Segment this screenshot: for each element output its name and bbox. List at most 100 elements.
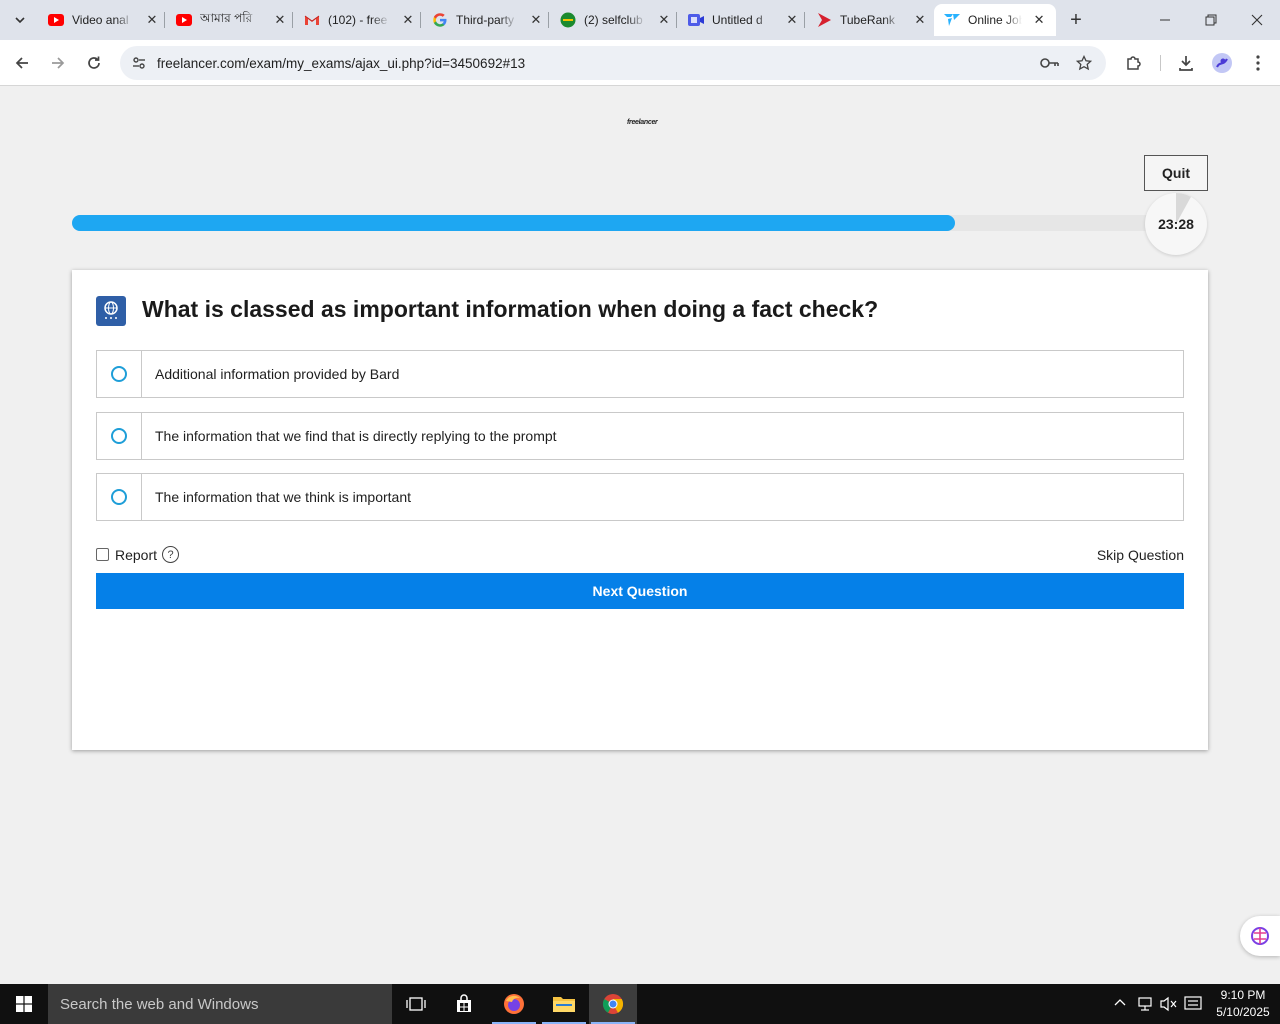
back-button[interactable] bbox=[8, 49, 36, 77]
reload-button[interactable] bbox=[80, 49, 108, 77]
close-icon[interactable]: ✕ bbox=[400, 12, 416, 28]
tab-1[interactable]: আমার পরি ✕ bbox=[166, 4, 298, 36]
help-icon[interactable]: ? bbox=[162, 546, 180, 563]
close-icon[interactable]: ✕ bbox=[656, 12, 672, 28]
volume-muted-icon[interactable] bbox=[1160, 996, 1178, 1015]
countdown-timer: 23:28 bbox=[1145, 193, 1207, 255]
url-text[interactable]: freelancer.com/exam/my_exams/ajax_ui.php… bbox=[157, 56, 525, 71]
task-view-icon bbox=[406, 997, 426, 1011]
close-window-button[interactable] bbox=[1234, 0, 1280, 40]
question-text: What is classed as important information… bbox=[142, 296, 879, 322]
extensions-button[interactable] bbox=[1120, 49, 1148, 77]
tab-7-active[interactable]: Online Job ✕ bbox=[934, 4, 1056, 36]
avatar bbox=[1212, 53, 1232, 73]
close-icon[interactable]: ✕ bbox=[1032, 12, 1046, 28]
radio-cell[interactable] bbox=[97, 413, 142, 459]
restore-button[interactable] bbox=[1188, 0, 1234, 40]
minimize-icon bbox=[1160, 19, 1170, 21]
video-doc-icon bbox=[688, 12, 704, 28]
windows-taskbar: Search the web and Windows 9:10 PM 5/10/… bbox=[0, 984, 1280, 1024]
google-icon bbox=[432, 12, 448, 28]
option-text[interactable]: The information that we find that is dir… bbox=[155, 428, 557, 444]
tab-3[interactable]: Third-party ✕ bbox=[422, 4, 554, 36]
close-icon[interactable]: ✕ bbox=[912, 12, 928, 28]
bookmark-star-icon[interactable] bbox=[1074, 54, 1094, 72]
task-view-button[interactable] bbox=[392, 984, 440, 1024]
taskbar-firefox[interactable] bbox=[490, 984, 538, 1024]
downloads-button[interactable] bbox=[1172, 49, 1200, 77]
password-key-icon[interactable] bbox=[1040, 54, 1060, 72]
close-icon[interactable]: ✕ bbox=[144, 12, 160, 28]
timer-text: 23:28 bbox=[1158, 216, 1194, 232]
report-label[interactable]: Report bbox=[115, 547, 157, 563]
taskbar-file-explorer[interactable] bbox=[540, 984, 588, 1024]
taskbar-search-box[interactable]: Search the web and Windows bbox=[48, 984, 392, 1024]
tab-4[interactable]: (2) selfclub ✕ bbox=[550, 4, 682, 36]
store-icon bbox=[457, 994, 471, 1012]
radio-button[interactable] bbox=[111, 428, 127, 444]
site-settings-icon[interactable] bbox=[130, 54, 148, 72]
floating-extension-button[interactable] bbox=[1240, 916, 1280, 956]
answer-option-2[interactable]: The information that we find that is dir… bbox=[96, 412, 1184, 460]
tab-strip: Video anal ✕ আমার পরি ✕ (102) - free ✕ T… bbox=[0, 0, 1280, 40]
more-vertical-icon bbox=[1256, 55, 1260, 71]
profile-button[interactable] bbox=[1208, 49, 1236, 77]
tab-2[interactable]: (102) - free ✕ bbox=[294, 4, 426, 36]
arrow-right-icon bbox=[52, 57, 65, 69]
tab-search-button[interactable] bbox=[8, 8, 32, 32]
menu-button[interactable] bbox=[1244, 49, 1272, 77]
next-question-button[interactable]: Next Question bbox=[96, 573, 1184, 609]
selfclub-icon bbox=[560, 12, 576, 28]
new-tab-button[interactable]: + bbox=[1064, 8, 1088, 32]
youtube-icon bbox=[48, 12, 64, 28]
option-text[interactable]: The information that we think is importa… bbox=[155, 489, 411, 505]
tab-title: Online Job bbox=[968, 13, 1023, 27]
tab-title: (102) - free bbox=[328, 13, 388, 27]
network-icon[interactable] bbox=[1136, 996, 1154, 1015]
report-control[interactable]: Report ? bbox=[96, 546, 180, 563]
tab-divider bbox=[804, 12, 805, 28]
chevron-up-icon[interactable] bbox=[1113, 996, 1127, 1013]
clock-time: 9:10 PM bbox=[1220, 988, 1266, 1002]
close-icon bbox=[1251, 14, 1263, 26]
close-icon[interactable]: ✕ bbox=[784, 12, 800, 28]
freelancer-logo[interactable]: freelancer bbox=[627, 119, 658, 126]
taskbar-store[interactable] bbox=[440, 984, 488, 1024]
tab-5[interactable]: Untitled d ✕ bbox=[678, 4, 810, 36]
close-icon[interactable]: ✕ bbox=[528, 12, 544, 28]
radio-button[interactable] bbox=[111, 489, 127, 505]
option-text[interactable]: Additional information provided by Bard bbox=[155, 366, 399, 382]
gmail-icon bbox=[304, 12, 320, 28]
exam-progress-fill bbox=[72, 215, 955, 231]
tab-divider bbox=[676, 12, 677, 28]
tuberank-icon bbox=[816, 12, 832, 28]
tab-6[interactable]: TubeRank ✕ bbox=[806, 4, 938, 36]
arrow-left-icon bbox=[15, 57, 28, 69]
radio-button[interactable] bbox=[111, 366, 127, 382]
question-globe-icon bbox=[96, 296, 126, 326]
tab-title: Untitled d bbox=[712, 13, 763, 27]
quit-button[interactable]: Quit bbox=[1144, 155, 1208, 191]
exam-progress-bar bbox=[72, 215, 1162, 231]
skip-question-link[interactable]: Skip Question bbox=[1097, 547, 1184, 563]
answer-option-1[interactable]: Additional information provided by Bard bbox=[96, 350, 1184, 398]
taskbar-chrome[interactable] bbox=[589, 984, 637, 1024]
close-icon[interactable]: ✕ bbox=[272, 12, 288, 28]
browser-toolbar: freelancer.com/exam/my_exams/ajax_ui.php… bbox=[0, 40, 1280, 86]
windows-logo-icon bbox=[16, 996, 32, 1012]
address-bar[interactable]: freelancer.com/exam/my_exams/ajax_ui.php… bbox=[120, 46, 1106, 80]
start-button[interactable] bbox=[0, 984, 48, 1024]
radio-cell[interactable] bbox=[97, 474, 142, 520]
system-clock[interactable]: 9:10 PM 5/10/2025 bbox=[1206, 987, 1280, 1021]
tab-0[interactable]: Video anal ✕ bbox=[38, 4, 170, 36]
notification-icon[interactable] bbox=[1184, 996, 1202, 1015]
report-checkbox[interactable] bbox=[96, 548, 109, 561]
chrome-icon bbox=[602, 994, 624, 1014]
tab-divider bbox=[292, 12, 293, 28]
restore-icon bbox=[1205, 14, 1217, 26]
radio-cell[interactable] bbox=[97, 351, 142, 397]
answer-option-3[interactable]: The information that we think is importa… bbox=[96, 473, 1184, 521]
minimize-button[interactable] bbox=[1142, 0, 1188, 40]
forward-button[interactable] bbox=[44, 49, 72, 77]
tab-title: আমার পরি bbox=[200, 11, 253, 25]
